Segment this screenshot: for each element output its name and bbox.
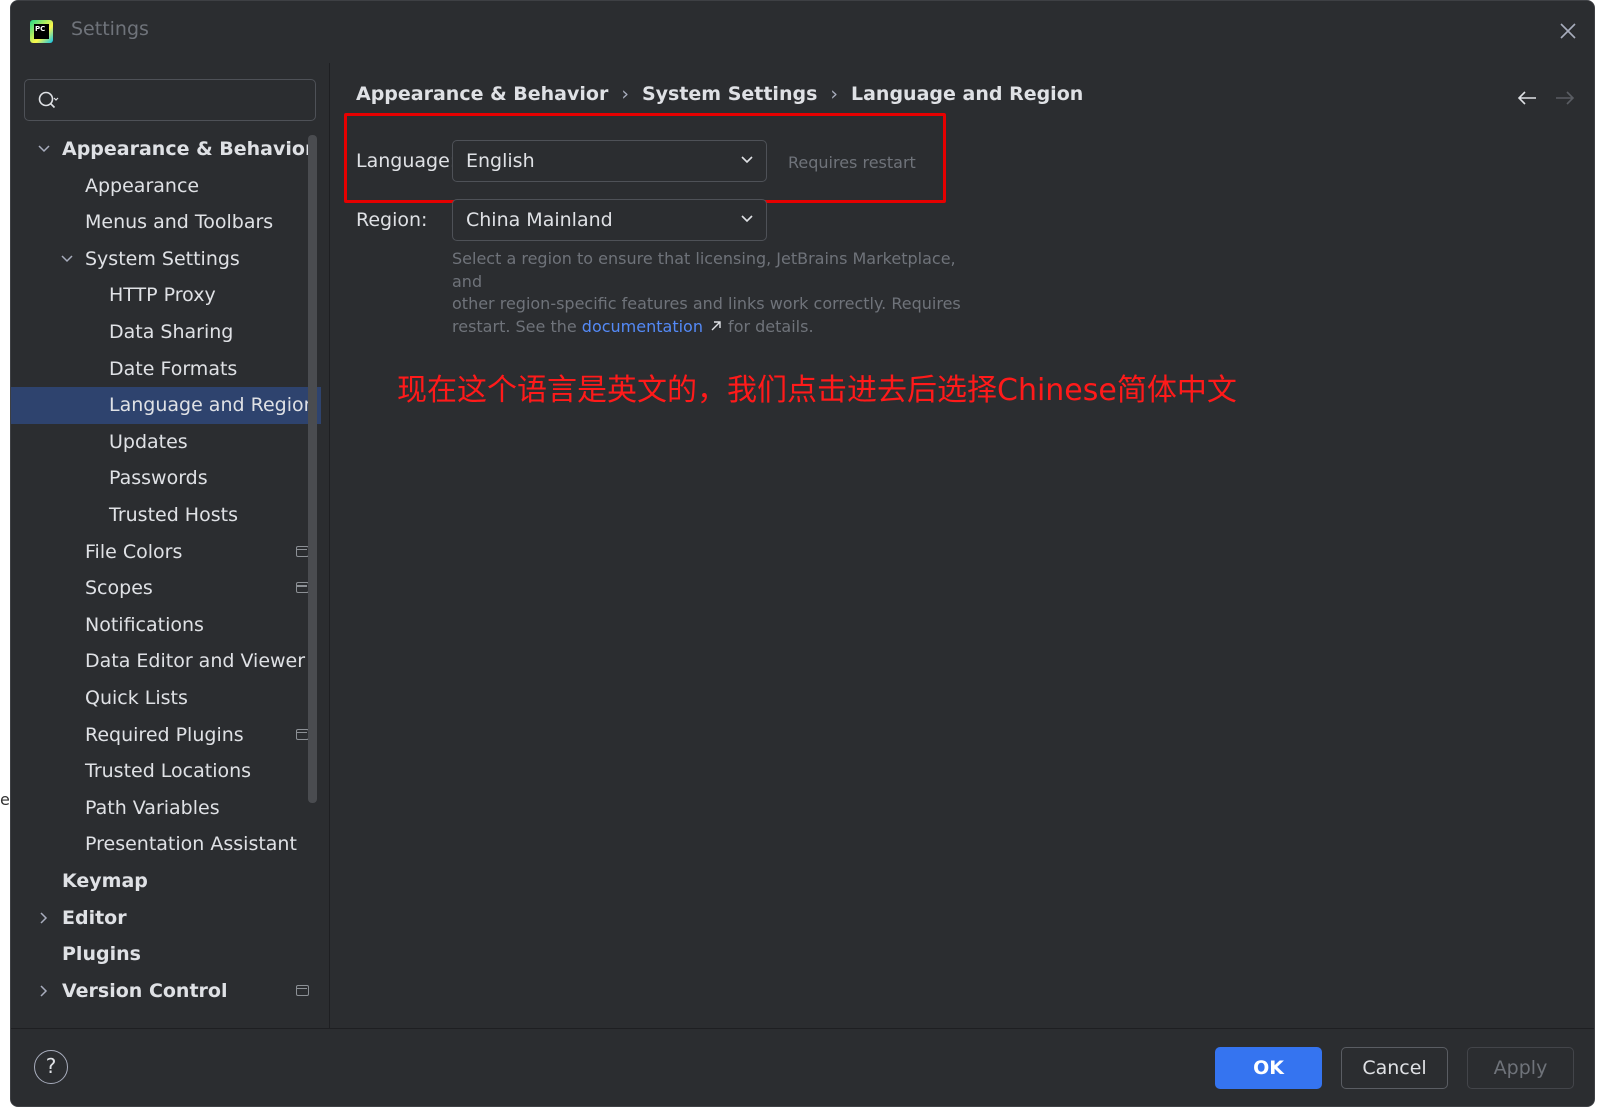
breadcrumb-separator: › (621, 83, 629, 105)
region-dropdown[interactable]: China Mainland (452, 199, 767, 241)
sidebar-item-label: Notifications (85, 613, 204, 636)
sidebar-item-scopes[interactable]: Scopes (11, 570, 321, 607)
project-level-icon (296, 984, 309, 996)
sidebar-item-notifications[interactable]: Notifications (11, 607, 321, 644)
description-text: restart. See the (452, 316, 582, 336)
background-text-fragment: e (0, 790, 10, 809)
sidebar-item-trusted-hosts[interactable]: Trusted Hosts (11, 497, 321, 534)
sidebar-item-label: Path Variables (85, 796, 220, 819)
language-dropdown[interactable]: English (452, 140, 767, 182)
chevron-right-icon[interactable] (37, 984, 51, 998)
window-title: Settings (71, 18, 149, 40)
cancel-button[interactable]: Cancel (1341, 1047, 1448, 1089)
sidebar-item-label: Trusted Hosts (109, 504, 238, 526)
language-label: Language: (356, 150, 457, 172)
breadcrumb-item[interactable]: System Settings (642, 83, 817, 105)
sidebar-item-label: Required Plugins (85, 723, 244, 746)
sidebar-item-label: File Colors (85, 540, 183, 563)
sidebar-item-label: Plugins (62, 943, 141, 966)
sidebar-item-required-plugins[interactable]: Required Plugins (11, 717, 321, 754)
sidebar-item-label: Menus and Toolbars (85, 211, 274, 234)
settings-content: Appearance & Behavior › System Settings › La… (331, 63, 1594, 1028)
annotation-note: 现在这个语言是英文的，我们点击进去后选择Chinese简体中文 (397, 373, 1237, 408)
help-button[interactable]: ? (34, 1050, 68, 1084)
back-arrow-icon[interactable] (1516, 89, 1538, 107)
sidebar-item-system-settings[interactable]: System Settings (11, 241, 321, 278)
description-line: restart. See the documentation for detai… (452, 316, 972, 339)
title-bar: PC Settings (11, 1, 1594, 63)
sidebar-item-quick-lists[interactable]: Quick Lists (11, 680, 321, 717)
description-line: Select a region to ensure that licensing… (452, 249, 956, 291)
sidebar-item-label: Language and Region (109, 394, 316, 417)
requires-restart-hint: Requires restart (788, 153, 916, 172)
sidebar-item-label: Passwords (109, 467, 208, 490)
sidebar-item-label: Version Control (62, 979, 228, 1002)
sidebar-item-label: Appearance (85, 174, 200, 197)
sidebar-item-presentation-assistant[interactable]: Presentation Assistant (11, 826, 321, 863)
chevron-down-icon (741, 215, 753, 223)
sidebar-item-label: Data Sharing (109, 321, 234, 343)
search-icon (38, 91, 59, 109)
sidebar-item-editor[interactable]: Editor (11, 900, 321, 937)
sidebar-item-label: HTTP Proxy (109, 284, 216, 307)
documentation-link[interactable]: documentation (582, 317, 703, 336)
sidebar-item-menus-and-toolbars[interactable]: Menus and Toolbars (11, 204, 321, 241)
sidebar-item-date-formats[interactable]: Date Formats (11, 351, 321, 388)
sidebar-item-http-proxy[interactable]: HTTP Proxy (11, 277, 321, 314)
sidebar-item-label: Data Editor and Viewer (85, 650, 306, 673)
settings-search-input[interactable] (24, 79, 316, 121)
sidebar-item-data-editor-and-viewer[interactable]: Data Editor and Viewer (11, 643, 321, 680)
sidebar-item-passwords[interactable]: Passwords (11, 460, 321, 497)
chevron-down-icon[interactable] (60, 252, 74, 266)
pycharm-logo-icon: PC (30, 20, 53, 43)
sidebar-scrollbar[interactable] (308, 135, 317, 803)
sidebar-item-data-sharing[interactable]: Data Sharing (11, 314, 321, 351)
sidebar-item-file-colors[interactable]: File Colors (11, 534, 321, 571)
settings-dialog: PC Settings Appearance & Behavior Appeara… (10, 0, 1595, 1107)
close-button[interactable] (1556, 19, 1580, 43)
settings-sidebar: Appearance & Behavior Appearance Menus and… (11, 63, 330, 1028)
sidebar-item-label: Date Formats (109, 357, 238, 380)
external-link-icon (711, 320, 721, 330)
chevron-down-icon[interactable] (37, 142, 51, 156)
sidebar-item-label: Presentation Assistant (85, 833, 297, 856)
apply-button[interactable]: Apply (1467, 1047, 1574, 1089)
breadcrumb: Appearance & Behavior › System Settings › La… (356, 83, 1083, 105)
close-icon (1560, 23, 1576, 39)
sidebar-item-appearance-behavior[interactable]: Appearance & Behavior (11, 131, 321, 168)
sidebar-item-trusted-locations[interactable]: Trusted Locations (11, 753, 321, 790)
sidebar-item-keymap[interactable]: Keymap (11, 863, 321, 900)
sidebar-item-appearance[interactable]: Appearance (11, 168, 321, 205)
breadcrumb-item[interactable]: Appearance & Behavior (356, 83, 608, 105)
sidebar-item-path-variables[interactable]: Path Variables (11, 790, 321, 827)
chevron-right-icon[interactable] (37, 911, 51, 925)
description-text: for details. (722, 316, 814, 336)
sidebar-item-label: Appearance & Behavior (62, 138, 315, 160)
region-description: Select a region to ensure that licensing… (452, 248, 972, 338)
sidebar-item-updates[interactable]: Updates (11, 424, 321, 461)
sidebar-item-label: Trusted Locations (85, 760, 252, 783)
dialog-footer: ? OK Cancel Apply (11, 1028, 1594, 1106)
sidebar-item-version-control[interactable]: Version Control (11, 973, 321, 1010)
breadcrumb-item-current: Language and Region (851, 83, 1084, 105)
region-label: Region: (356, 209, 428, 231)
sidebar-item-label: Updates (109, 430, 188, 453)
description-line: other region-specific features and links… (452, 294, 961, 313)
sidebar-item-label: Keymap (62, 870, 148, 892)
ok-button[interactable]: OK (1215, 1047, 1322, 1089)
sidebar-item-plugins[interactable]: Plugins (11, 936, 321, 973)
sidebar-item-label: Scopes (85, 577, 153, 600)
breadcrumb-separator: › (830, 83, 838, 105)
language-dropdown-value: English (466, 150, 535, 172)
sidebar-item-label: System Settings (85, 247, 240, 270)
sidebar-item-language-and-region[interactable]: Language and Region (11, 387, 321, 425)
chevron-down-icon (741, 156, 753, 164)
sidebar-item-label: Quick Lists (85, 687, 188, 709)
forward-arrow-icon[interactable] (1554, 89, 1576, 107)
region-dropdown-value: China Mainland (466, 209, 613, 231)
sidebar-item-label: Editor (62, 906, 127, 929)
